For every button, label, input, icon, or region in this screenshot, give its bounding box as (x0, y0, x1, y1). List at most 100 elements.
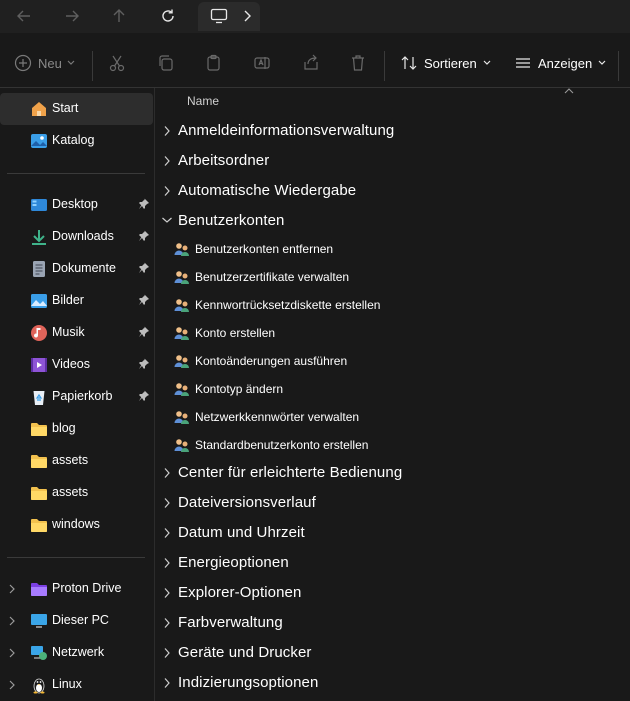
share-button[interactable] (302, 53, 320, 73)
pin-icon[interactable] (138, 390, 150, 402)
pin-icon[interactable] (138, 230, 150, 242)
sidebar-item-start[interactable]: Start (0, 93, 153, 125)
rename-button[interactable] (253, 53, 271, 73)
refresh-button[interactable] (156, 5, 180, 27)
sidebar-item-blog[interactable]: blog (0, 413, 153, 445)
sidebar-item-label: Dokumente (52, 261, 116, 275)
sidebar-item-windows[interactable]: windows (0, 509, 153, 541)
chevron-right-icon[interactable] (8, 583, 16, 595)
address-bar[interactable] (198, 2, 260, 31)
sidebar-item-katalog[interactable]: Katalog (0, 125, 153, 157)
chevron-right-icon[interactable] (163, 557, 171, 569)
category-label: Benutzerkonten (178, 212, 285, 229)
navigation-pane: Start Katalog Desktop Downloads Dokument… (0, 88, 155, 701)
sidebar-item-assets[interactable]: assets (0, 445, 153, 477)
pin-icon[interactable] (138, 358, 150, 370)
view-button[interactable]: Anzeigen (514, 53, 606, 73)
pin-icon[interactable] (138, 326, 150, 338)
category-row[interactable]: Geräte und Drucker (156, 638, 630, 668)
sidebar-item-assets[interactable]: assets (0, 477, 153, 509)
documents-icon (33, 261, 45, 277)
paste-button[interactable] (205, 53, 223, 73)
list-item[interactable]: Standardbenutzerkonto erstellen (156, 431, 630, 459)
category-label: Indizierungsoptionen (178, 674, 319, 691)
new-button[interactable]: Neu (14, 53, 75, 73)
sidebar-item-videos[interactable]: Videos (0, 349, 153, 381)
chevron-right-icon[interactable] (163, 125, 171, 137)
chevron-right-icon[interactable] (163, 587, 171, 599)
list-item[interactable]: Benutzerkonten entfernen (156, 235, 630, 263)
chevron-right-icon[interactable] (163, 677, 171, 689)
chevron-down-icon (67, 60, 75, 65)
pin-icon[interactable] (138, 294, 150, 306)
chevron-right-icon[interactable] (8, 679, 16, 691)
category-row[interactable]: Energieoptionen (156, 548, 630, 578)
copy-button[interactable] (157, 53, 175, 73)
chevron-right-icon[interactable] (163, 497, 171, 509)
delete-button[interactable] (349, 53, 367, 73)
back-button[interactable] (12, 5, 36, 27)
category-row[interactable]: Arbeitsordner (156, 146, 630, 176)
sidebar-item-musik[interactable]: Musik (0, 317, 153, 349)
chevron-right-icon[interactable] (163, 467, 171, 479)
category-row[interactable]: Automatische Wiedergabe (156, 176, 630, 206)
list-item[interactable]: Konto erstellen (156, 319, 630, 347)
chevron-right-icon[interactable] (163, 647, 171, 659)
category-row-expanded[interactable]: Benutzerkonten (156, 206, 630, 236)
category-label: Arbeitsordner (178, 152, 270, 169)
category-row[interactable]: Datum und Uhrzeit (156, 518, 630, 548)
category-row[interactable]: Anmeldeinformationsverwaltung (156, 116, 630, 146)
chevron-right-icon[interactable] (8, 647, 16, 659)
gallery-icon (31, 134, 47, 148)
breadcrumb-chevron-icon[interactable] (242, 9, 252, 23)
category-row[interactable]: Center für erleichterte Bedienung (156, 458, 630, 488)
chevron-right-icon[interactable] (163, 527, 171, 539)
category-label: Datum und Uhrzeit (178, 524, 305, 541)
category-row[interactable]: Indizierungsoptionen (156, 668, 630, 698)
sidebar-item-desktop[interactable]: Desktop (0, 189, 153, 221)
music-icon (31, 325, 47, 341)
list-item[interactable]: Benutzerzertifikate verwalten (156, 263, 630, 291)
sidebar-item-linux[interactable]: Linux (0, 669, 153, 701)
sidebar-item-label: Desktop (52, 197, 98, 211)
sidebar-item-proton-drive[interactable]: Proton Drive (0, 573, 153, 605)
pin-icon[interactable] (138, 262, 150, 274)
sidebar-item-papierkorb[interactable]: Papierkorb (0, 381, 153, 413)
pin-icon[interactable] (138, 198, 150, 210)
sidebar-item-dieser-pc[interactable]: Dieser PC (0, 605, 153, 637)
up-button[interactable] (107, 5, 131, 27)
sidebar-item-label: Linux (52, 677, 82, 691)
list-item[interactable]: Kontotyp ändern (156, 375, 630, 403)
navigation-bar (0, 0, 630, 33)
users-icon (174, 411, 189, 424)
cut-button[interactable] (108, 53, 126, 73)
sidebar-item-netzwerk[interactable]: Netzwerk (0, 637, 153, 669)
forward-button[interactable] (60, 5, 84, 27)
chevron-right-icon[interactable] (163, 185, 171, 197)
sort-ascending-icon (564, 88, 574, 94)
sidebar-item-downloads[interactable]: Downloads (0, 221, 153, 253)
view-label: Anzeigen (538, 55, 593, 71)
sidebar-item-label: Downloads (52, 229, 114, 243)
arrow-up-icon (113, 9, 125, 22)
chevron-down-icon[interactable] (161, 216, 173, 224)
sort-button[interactable]: Sortieren (400, 53, 491, 73)
category-label: Automatische Wiedergabe (178, 182, 357, 199)
list-item[interactable]: Kennwortrücksetzdiskette erstellen (156, 291, 630, 319)
monitor-icon (210, 8, 228, 24)
sidebar-item-dokumente[interactable]: Dokumente (0, 253, 153, 285)
chevron-right-icon[interactable] (163, 155, 171, 167)
sidebar-item-bilder[interactable]: Bilder (0, 285, 153, 317)
list-item[interactable]: Netzwerkkennwörter verwalten (156, 403, 630, 431)
column-header-name[interactable]: Name (187, 94, 219, 108)
category-row[interactable]: Explorer-Optionen (156, 578, 630, 608)
list-item[interactable]: Kontoänderungen ausführen (156, 347, 630, 375)
chevron-right-icon[interactable] (8, 615, 16, 627)
scissors-icon (109, 55, 125, 72)
sidebar-item-label: Proton Drive (52, 581, 122, 595)
home-icon (32, 102, 46, 116)
chevron-right-icon[interactable] (163, 617, 171, 629)
desktop-icon (31, 199, 47, 211)
category-row[interactable]: Dateiversionsverlauf (156, 488, 630, 518)
category-row[interactable]: Farbverwaltung (156, 608, 630, 638)
